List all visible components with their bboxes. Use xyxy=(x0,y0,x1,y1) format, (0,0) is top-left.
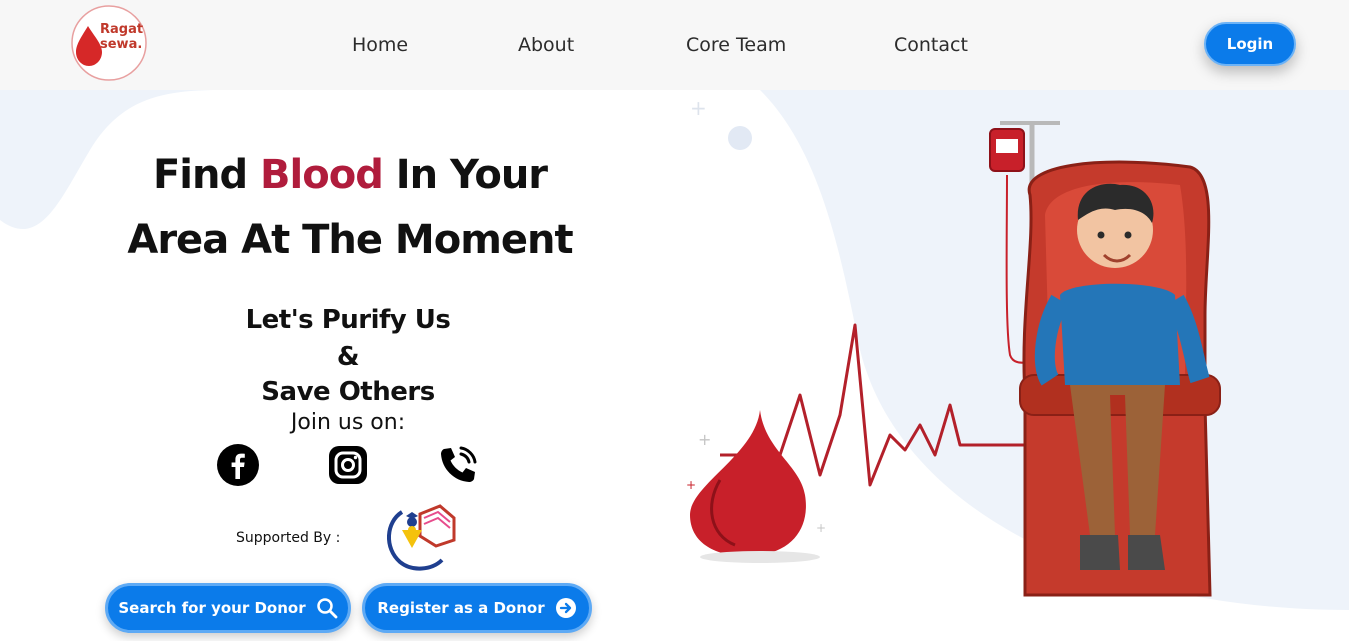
nav-core-team[interactable]: Core Team xyxy=(686,34,786,56)
hero-title-part2: In Your xyxy=(382,152,548,198)
blood-donation-illustration: + + + xyxy=(686,121,1221,597)
facebook-icon[interactable] xyxy=(216,443,260,487)
arrow-right-circle-icon xyxy=(555,598,576,618)
hero-title-line2: Area At The Moment xyxy=(127,217,573,263)
tagline-line1: Let's Purify Us xyxy=(245,305,451,335)
tagline-line2: & xyxy=(336,342,360,372)
hero-title-accent: Blood xyxy=(260,152,384,198)
navbar: Ragat sewa. Home About Core Team Contact… xyxy=(0,0,1349,90)
brand-line1: Ragat xyxy=(100,22,144,37)
hero-title-part1: Find xyxy=(152,152,261,198)
phone-call-icon[interactable] xyxy=(436,443,480,487)
svg-text:+: + xyxy=(816,521,826,535)
hero-title-line1: Find Blood In Your xyxy=(120,152,580,198)
nav-contact[interactable]: Contact xyxy=(894,34,968,56)
brand-logo[interactable]: Ragat sewa. xyxy=(70,4,148,82)
brand-line2: sewa. xyxy=(100,37,143,52)
svg-text:+: + xyxy=(686,478,696,492)
tagline-line3: Save Others xyxy=(261,377,435,407)
search-donor-button[interactable]: Search for your Donor xyxy=(105,583,351,633)
search-icon xyxy=(316,598,338,619)
svg-text:+: + xyxy=(698,430,711,449)
partner-logo-icon xyxy=(386,504,456,571)
search-donor-label: Search for your Donor xyxy=(118,599,306,617)
register-donor-label: Register as a Donor xyxy=(377,599,545,617)
register-donor-button[interactable]: Register as a Donor xyxy=(362,583,592,633)
nav-about[interactable]: About xyxy=(518,34,574,56)
supported-by-label: Supported By : xyxy=(236,530,341,546)
join-us-label: Join us on: xyxy=(290,410,406,435)
login-button[interactable]: Login xyxy=(1204,22,1296,66)
instagram-icon[interactable] xyxy=(326,443,370,487)
brand-name: Ragat sewa. xyxy=(100,22,143,52)
nav-home[interactable]: Home xyxy=(352,34,408,56)
